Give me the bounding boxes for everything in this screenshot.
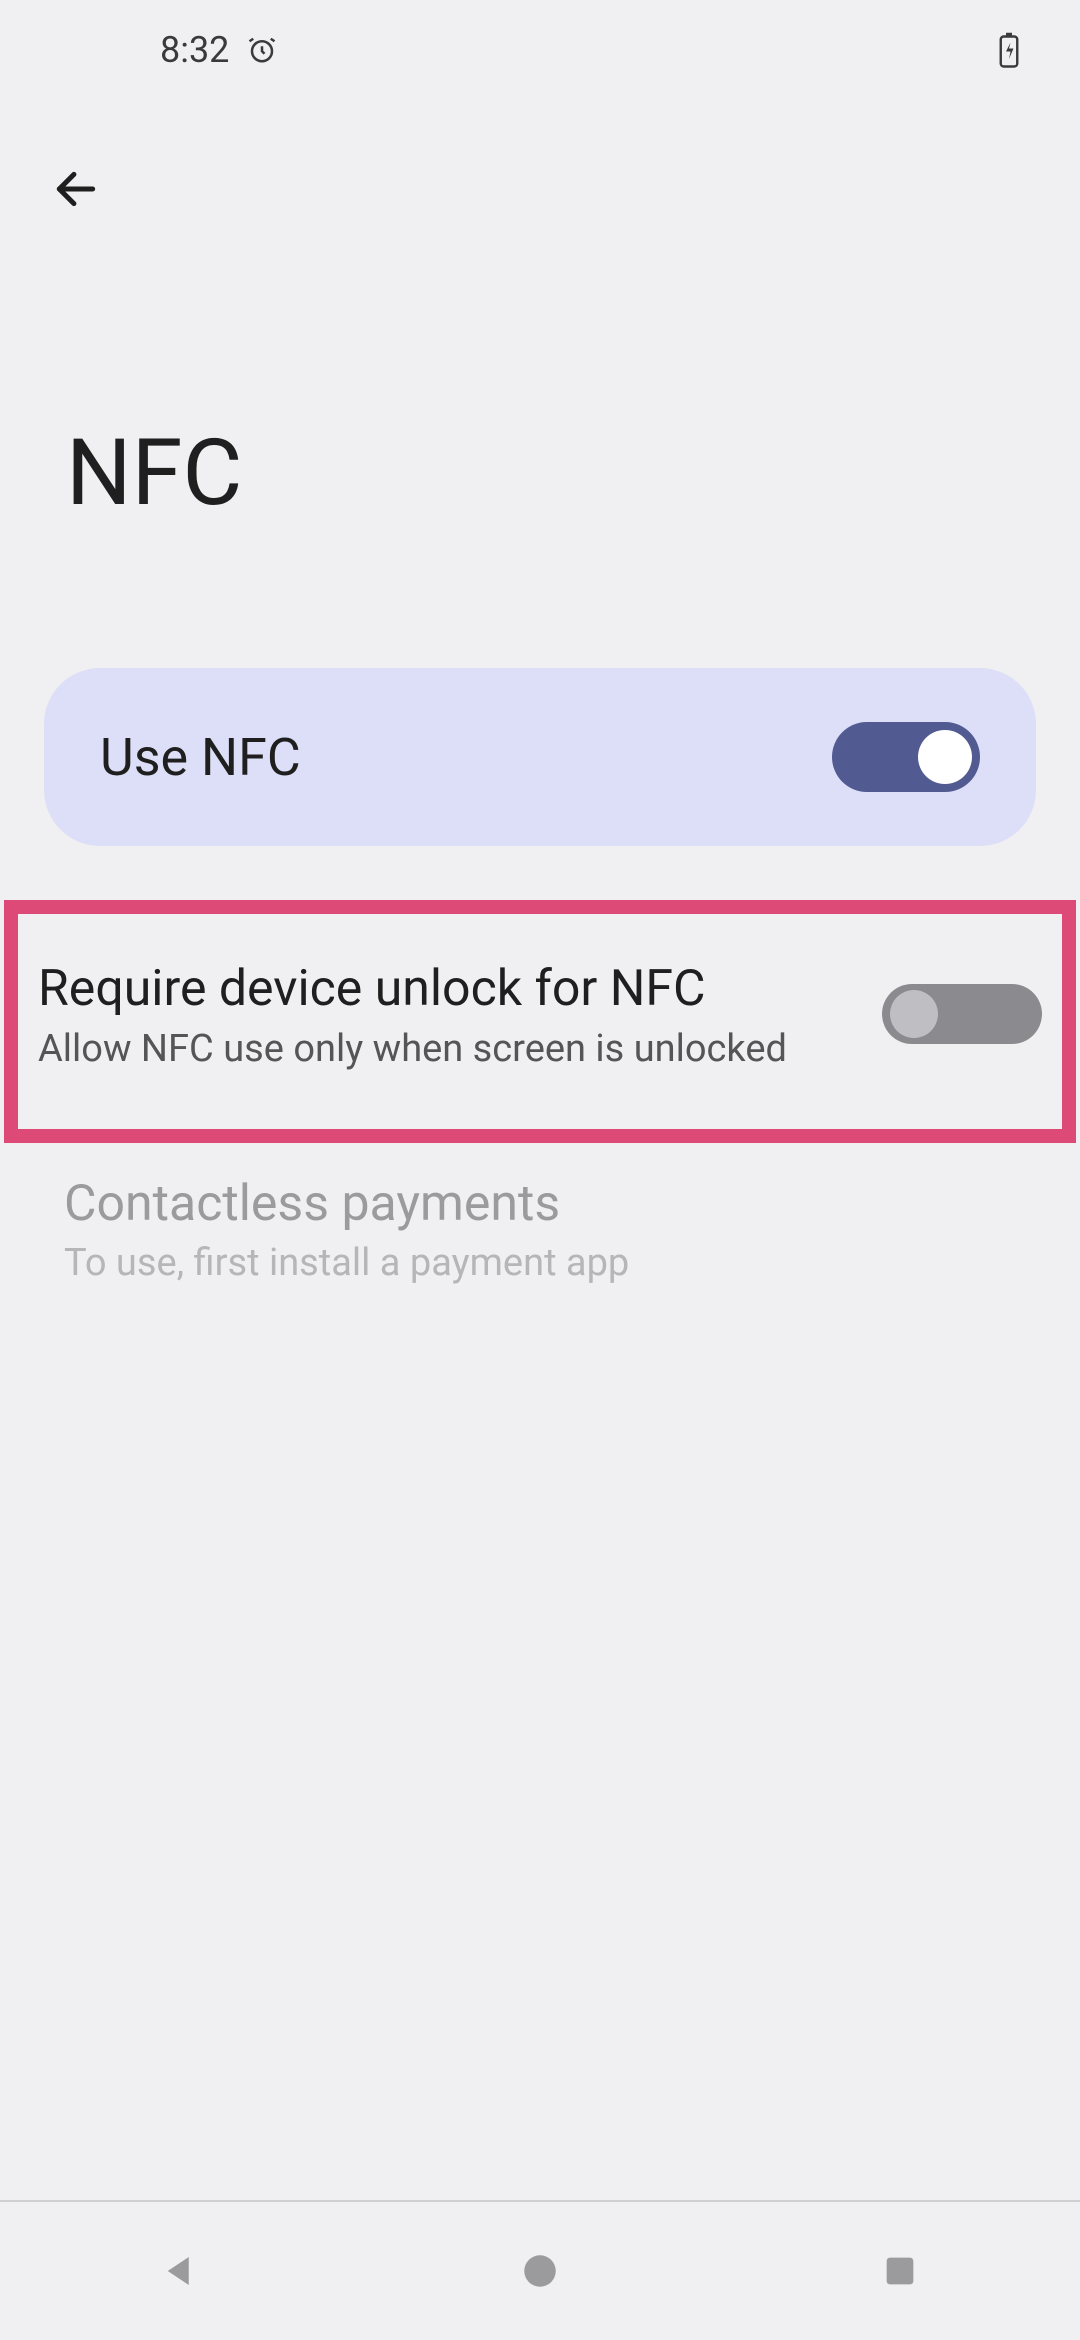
setting-use-nfc-label: Use NFC (100, 727, 301, 788)
toggle-use-nfc[interactable] (832, 722, 980, 792)
setting-contactless-subtitle: To use, first install a payment app (64, 1241, 1016, 1285)
setting-require-unlock-subtitle: Allow NFC use only when screen is unlock… (38, 1027, 852, 1071)
setting-use-nfc[interactable]: Use NFC (44, 668, 1036, 846)
setting-require-unlock-texts: Require device unlock for NFC Allow NFC … (38, 958, 852, 1071)
setting-contactless-label: Contactless payments (64, 1173, 1016, 1236)
nav-back-button[interactable] (110, 2231, 250, 2311)
toggle-thumb (890, 990, 938, 1038)
setting-contactless-payments: Contactless payments To use, first insta… (44, 1173, 1036, 1286)
triangle-back-icon (159, 2250, 201, 2292)
status-time: 8:32 (160, 29, 229, 71)
nav-home-button[interactable] (470, 2231, 610, 2311)
app-bar (46, 160, 106, 220)
settings-list: Use NFC Require device unlock for NFC Al… (0, 668, 1080, 1285)
status-bar: 8:32 (0, 0, 1080, 100)
battery-charging-icon (998, 32, 1020, 68)
circle-home-icon (519, 2250, 561, 2292)
system-nav-bar (0, 2200, 1080, 2340)
status-right (998, 32, 1020, 68)
square-recent-icon (880, 2251, 920, 2291)
arrow-left-icon (51, 164, 101, 217)
alarm-icon (247, 35, 277, 65)
highlight-frame: Require device unlock for NFC Allow NFC … (4, 900, 1076, 1143)
nav-recent-button[interactable] (830, 2231, 970, 2311)
toggle-require-unlock[interactable] (882, 984, 1042, 1044)
back-button[interactable] (46, 160, 106, 220)
setting-contactless-texts: Contactless payments To use, first insta… (64, 1173, 1016, 1286)
setting-require-unlock[interactable]: Require device unlock for NFC Allow NFC … (38, 958, 1042, 1071)
setting-require-unlock-label: Require device unlock for NFC (38, 958, 852, 1021)
toggle-thumb (918, 730, 972, 784)
page-title: NFC (66, 420, 242, 527)
status-left: 8:32 (160, 29, 277, 71)
